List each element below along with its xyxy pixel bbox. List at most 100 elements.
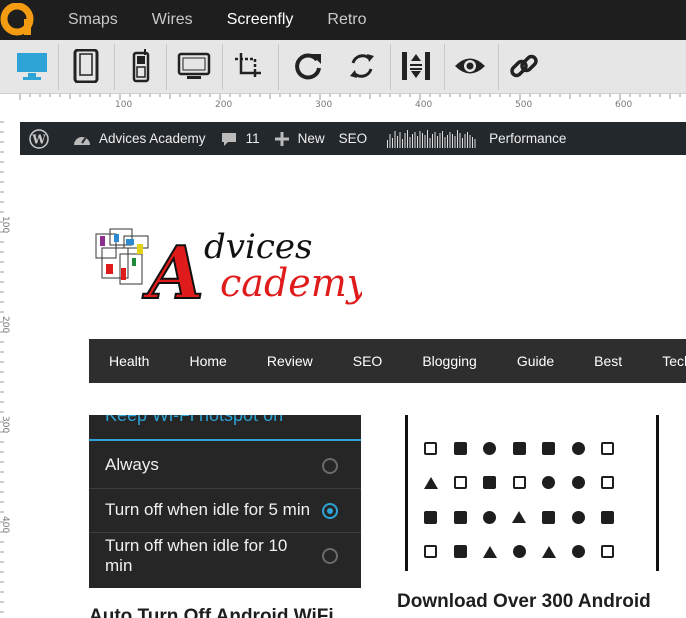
gift-icon: [542, 441, 556, 455]
gear-icon: [512, 545, 526, 559]
nav-retro[interactable]: Retro: [327, 11, 366, 29]
spark-bar: [472, 136, 474, 148]
video-camera-icon: [424, 510, 438, 524]
spark-bar: [397, 135, 399, 148]
nav-wires[interactable]: Wires: [152, 11, 193, 29]
group-icon: [483, 441, 497, 455]
qr-code-icon: [601, 476, 615, 490]
wp-admin-bar: W Advices Academy 11 New SEO Performance: [20, 122, 686, 155]
desktop-icon[interactable]: [12, 46, 52, 86]
admin-comments-count: 11: [245, 131, 260, 146]
admin-site-name: Advices Academy: [99, 131, 206, 146]
tv-icon[interactable]: [174, 46, 214, 86]
dashboard-icon: [74, 136, 90, 145]
radio-off: [322, 548, 338, 564]
spark-bar: [432, 133, 434, 148]
nav-screenfly[interactable]: Screenfly: [227, 11, 294, 29]
spark-bar: [442, 130, 444, 148]
admin-performance-link[interactable]: Performance: [385, 129, 566, 149]
app-nav: Smaps Wires Screenfly Retro: [68, 0, 401, 40]
nav-seo[interactable]: SEO: [353, 353, 383, 369]
wifi-option-label: Turn off when idle for 10 min: [105, 536, 288, 575]
post-title-2[interactable]: Download Over 300 Android: [397, 591, 651, 613]
keyboard-icon: [601, 441, 615, 455]
nav-review[interactable]: Review: [267, 353, 313, 369]
spark-bar: [439, 132, 441, 148]
nav-tech[interactable]: Tech: [662, 353, 686, 369]
spark-bar: [412, 133, 414, 148]
scroll-icon[interactable]: [396, 46, 436, 86]
toolbar-divider: [444, 44, 445, 90]
eye-icon[interactable]: [450, 46, 490, 86]
admin-comments-link[interactable]: 11: [220, 131, 260, 147]
spark-bar: [422, 132, 424, 148]
camera-icon: [601, 545, 615, 559]
spark-bar: [424, 134, 426, 148]
bell-off-icon: [512, 511, 527, 524]
ruler-label: 200: [0, 316, 10, 334]
nav-health[interactable]: Health: [109, 353, 149, 369]
spark-bar: [459, 132, 461, 148]
wifi-option-label: Turn off when idle for 5 min: [105, 500, 311, 519]
ruler-label: 300: [0, 416, 10, 434]
spark-bar: [407, 129, 409, 148]
performance-graph-icon: [387, 129, 476, 148]
ruler-label: 500: [515, 100, 533, 110]
garage-icon: [453, 476, 467, 490]
wifi-dialog-divider: [89, 439, 361, 441]
comment-icon: [221, 132, 236, 146]
spark-bar: [427, 129, 429, 148]
radio-off: [322, 458, 338, 474]
target-icon: [512, 476, 526, 490]
spark-bar: [474, 138, 476, 148]
refresh-icon[interactable]: [342, 46, 382, 86]
spark-bar: [462, 137, 464, 148]
spark-bar: [457, 129, 459, 148]
app-topbar: Smaps Wires Screenfly Retro: [0, 0, 686, 40]
admin-seo-link[interactable]: SEO: [339, 131, 368, 146]
spark-bar: [447, 134, 449, 148]
nav-smaps[interactable]: Smaps: [68, 11, 118, 29]
toolbar-divider: [114, 44, 115, 90]
wifi-option-10min: Turn off when idle for 10 min: [89, 536, 309, 576]
admin-performance-label: Performance: [489, 131, 567, 146]
nav-best[interactable]: Best: [594, 353, 622, 369]
spark-bar: [444, 136, 446, 148]
android-icon-grid: [416, 431, 652, 569]
spark-bar: [392, 137, 394, 148]
admin-new-link[interactable]: New: [274, 131, 325, 147]
spark-bar: [429, 137, 431, 148]
rotate-icon[interactable]: [288, 46, 328, 86]
crop-icon[interactable]: [228, 46, 268, 86]
toolbar-divider: [58, 44, 59, 90]
spark-bar: [389, 133, 391, 148]
link-icon[interactable]: [504, 46, 544, 86]
spark-bar: [402, 138, 404, 148]
post-title-1[interactable]: Auto Turn Off Android WiFi: [89, 606, 334, 618]
ruler-label: 400: [0, 516, 10, 534]
toolbar-divider: [390, 44, 391, 90]
nav-blogging[interactable]: Blogging: [422, 353, 477, 369]
post-thumbnail-wifi[interactable]: Keep Wi-Fi hotspot on Always Turn off wh…: [89, 415, 361, 588]
spinner-icon: [483, 510, 497, 524]
tablet-icon[interactable]: [66, 46, 106, 86]
bell-icon: [541, 545, 556, 558]
ruler-label: 200: [215, 100, 233, 110]
home-icon: [482, 545, 497, 558]
site-logo[interactable]: A dvices cademy: [92, 222, 369, 316]
nav-guide[interactable]: Guide: [517, 353, 554, 369]
admin-site-link[interactable]: Advices Academy: [73, 131, 206, 147]
spark-bar: [434, 131, 436, 148]
calendar-icon: [424, 441, 438, 455]
wordpress-icon[interactable]: W: [29, 128, 57, 149]
app-logo[interactable]: [0, 2, 36, 37]
wallet-icon: [601, 510, 615, 524]
wifi-option-5min: Turn off when idle for 5 min: [89, 500, 361, 520]
spark-bar: [419, 130, 421, 148]
toolbar-divider: [498, 44, 499, 90]
mobile-icon[interactable]: [121, 46, 161, 86]
device-toolbar: [0, 40, 686, 94]
post-thumbnail-icons[interactable]: [405, 415, 659, 571]
option-divider: [89, 488, 361, 489]
nav-home[interactable]: Home: [189, 353, 226, 369]
